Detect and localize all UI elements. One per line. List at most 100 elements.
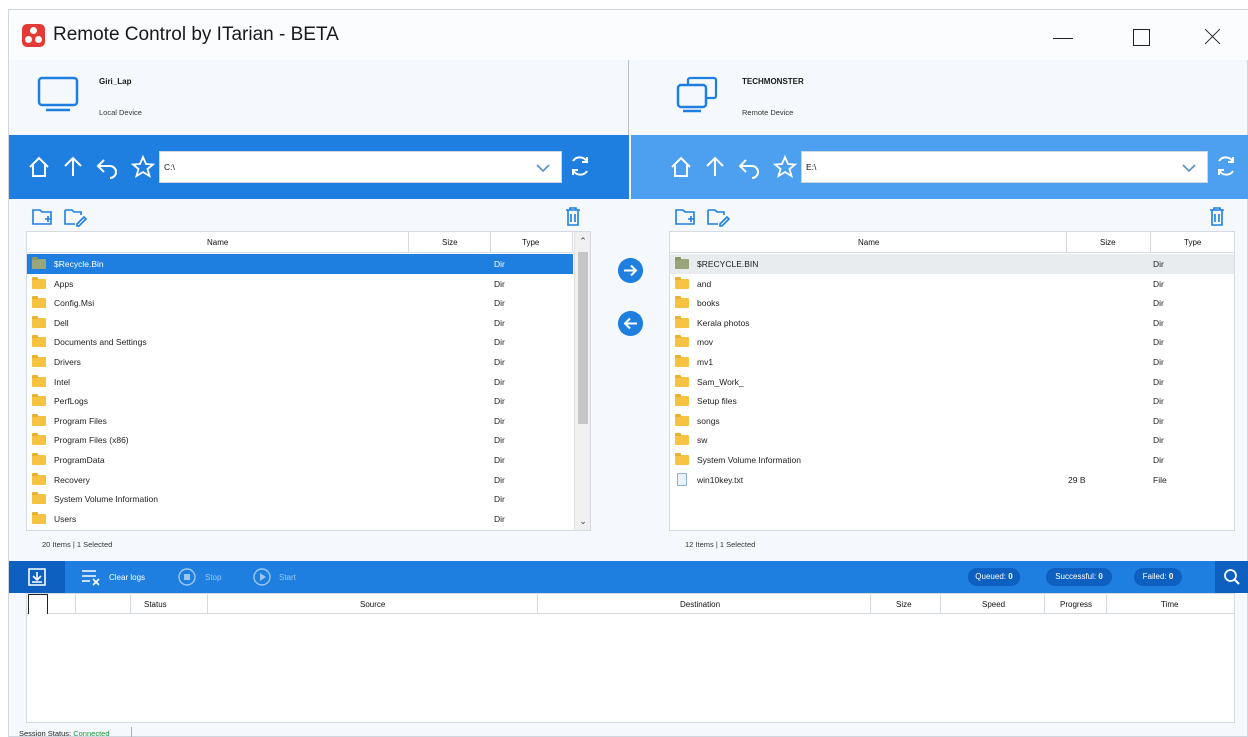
file-row[interactable]: mv1 Dir: [670, 352, 1234, 372]
scroll-thumb[interactable]: [578, 252, 588, 424]
file-row[interactable]: Config.Msi Dir: [27, 293, 573, 313]
itarian-logo-icon: [22, 24, 45, 47]
file-name: win10key.txt: [697, 474, 744, 485]
column-header-size[interactable]: Size: [442, 238, 458, 247]
file-row[interactable]: Kerala photos Dir: [670, 313, 1234, 333]
file-row[interactable]: Dell Dir: [27, 313, 573, 333]
chevron-down-icon[interactable]: [535, 160, 551, 176]
download-to-local-arrow-icon[interactable]: [618, 311, 643, 336]
column-header-time[interactable]: Time: [1161, 600, 1178, 609]
local-scrollbar[interactable]: ⌃ ⌄: [574, 232, 590, 530]
column-header-type[interactable]: Type: [522, 238, 539, 247]
column-header-progress[interactable]: Progress: [1060, 600, 1092, 609]
file-row[interactable]: $RECYCLE.BIN Dir: [670, 254, 1234, 274]
refresh-icon[interactable]: [567, 153, 593, 179]
file-row[interactable]: songs Dir: [670, 411, 1234, 431]
up-arrow-icon[interactable]: [703, 155, 727, 179]
file-row[interactable]: mov Dir: [670, 332, 1234, 352]
folder-icon: [32, 315, 46, 328]
delete-trash-icon[interactable]: [561, 205, 585, 227]
minimize-button[interactable]: [1049, 22, 1077, 50]
column-header-size[interactable]: Size: [896, 600, 912, 609]
search-icon: [1224, 569, 1240, 585]
file-row[interactable]: Documents and Settings Dir: [27, 332, 573, 352]
file-name: Intel: [54, 376, 71, 387]
favorite-star-icon[interactable]: [773, 155, 797, 179]
file-type: Dir: [494, 337, 505, 348]
chevron-down-icon[interactable]: [1181, 160, 1197, 176]
file-name: Recovery: [54, 474, 90, 485]
file-row[interactable]: Program Files (x86) Dir: [27, 430, 573, 450]
file-row[interactable]: Program Files Dir: [27, 411, 573, 431]
file-row[interactable]: Recovery Dir: [27, 470, 573, 490]
file-row[interactable]: System Volume Information Dir: [27, 489, 573, 509]
upload-to-remote-arrow-icon[interactable]: [618, 258, 643, 283]
file-name: songs: [697, 415, 720, 426]
transfer-queue-button[interactable]: [9, 561, 65, 593]
close-button[interactable]: [1199, 22, 1227, 50]
column-header-type[interactable]: Type: [1184, 238, 1201, 247]
file-name: mv1: [697, 357, 714, 367]
file-type: Dir: [1153, 376, 1164, 387]
file-row[interactable]: Intel Dir: [27, 372, 573, 392]
file-type: Dir: [1153, 259, 1164, 269]
file-row[interactable]: win10key.txt 29 B File: [670, 470, 1234, 490]
search-button[interactable]: [1215, 561, 1248, 593]
folder-icon: [32, 276, 46, 289]
rename-folder-icon[interactable]: [706, 205, 730, 227]
new-folder-icon[interactable]: [31, 205, 55, 227]
file-row[interactable]: $Recycle.Bin Dir: [27, 254, 573, 274]
file-name: Documents and Settings: [54, 337, 147, 348]
column-header-size[interactable]: Size: [1100, 238, 1116, 247]
clear-logs-icon[interactable]: [81, 568, 101, 586]
scroll-down-icon[interactable]: ⌄: [578, 516, 588, 526]
stop-icon: [178, 568, 196, 586]
stop-button[interactable]: Stop: [205, 573, 221, 582]
column-header-status[interactable]: Status: [144, 600, 167, 609]
file-type: Dir: [494, 513, 505, 524]
file-type: Dir: [494, 298, 505, 309]
file-name: ProgramData: [54, 455, 105, 465]
column-header-source[interactable]: Source: [360, 600, 385, 609]
file-size: 29 B: [1068, 474, 1086, 485]
file-row[interactable]: System Volume Information Dir: [670, 450, 1234, 470]
rename-folder-icon[interactable]: [63, 205, 87, 227]
select-all-checkbox[interactable]: [28, 594, 48, 614]
start-button[interactable]: Start: [279, 573, 296, 582]
file-row[interactable]: Apps Dir: [27, 274, 573, 294]
scroll-up-icon[interactable]: ⌃: [578, 236, 588, 246]
file-row[interactable]: PerfLogs Dir: [27, 391, 573, 411]
column-header-name[interactable]: Name: [858, 238, 879, 247]
up-arrow-icon[interactable]: [61, 155, 85, 179]
back-icon[interactable]: [95, 155, 119, 179]
file-row[interactable]: Users Dir: [27, 509, 573, 529]
favorite-star-icon[interactable]: [131, 155, 155, 179]
folder-icon: [675, 355, 689, 367]
remote-path-input[interactable]: E:\: [801, 151, 1208, 183]
new-folder-icon[interactable]: [674, 205, 698, 227]
file-row[interactable]: Setup files Dir: [670, 391, 1234, 411]
local-path-input[interactable]: C:\: [159, 151, 562, 183]
file-row[interactable]: ProgramData Dir: [27, 450, 573, 470]
folder-icon: [32, 374, 46, 387]
file-row[interactable]: books Dir: [670, 293, 1234, 313]
column-header-speed[interactable]: Speed: [982, 600, 1005, 609]
file-row[interactable]: and Dir: [670, 274, 1234, 294]
file-row[interactable]: Sam_Work_ Dir: [670, 372, 1234, 392]
delete-trash-icon[interactable]: [1205, 205, 1229, 227]
column-header-name[interactable]: Name: [207, 238, 228, 247]
column-header-destination[interactable]: Destination: [680, 600, 720, 609]
back-icon[interactable]: [737, 155, 761, 179]
session-status: Session Status: Connected: [19, 729, 110, 737]
refresh-icon[interactable]: [1213, 153, 1239, 179]
home-icon[interactable]: [669, 155, 693, 179]
maximize-button[interactable]: [1126, 22, 1154, 50]
file-row[interactable]: sw Dir: [670, 430, 1234, 450]
file-row[interactable]: Drivers Dir: [27, 352, 573, 372]
folder-icon: [32, 355, 46, 367]
clear-logs-button[interactable]: Clear logs: [109, 573, 145, 582]
file-type: Dir: [1153, 337, 1164, 348]
folder-icon: [32, 335, 46, 348]
home-icon[interactable]: [27, 155, 51, 179]
file-name: Config.Msi: [54, 298, 95, 309]
